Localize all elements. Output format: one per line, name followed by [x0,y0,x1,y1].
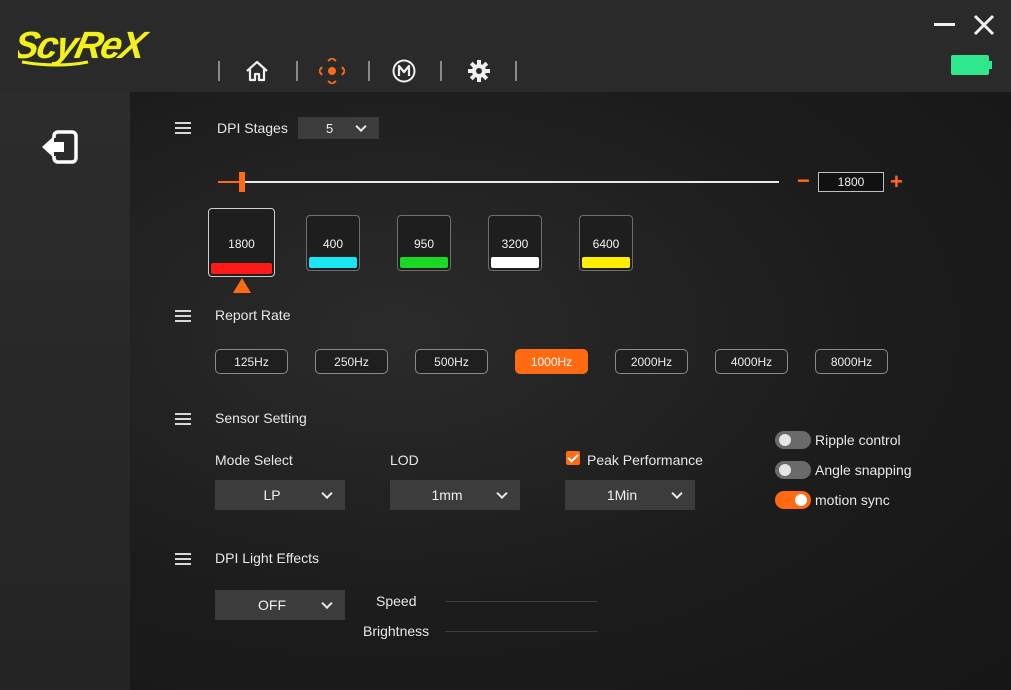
dpi-stage-card[interactable]: 1800 [208,208,275,277]
light-mode-dropdown[interactable]: OFF [215,590,345,620]
mode-select-dropdown[interactable]: LP [215,480,345,510]
nav-separator [440,61,442,81]
dpi-stage-color-bar [211,263,272,274]
chevron-down-icon [321,487,333,500]
dpi-stage-color-bar [400,257,448,268]
dpi-stage-color-bar [582,257,630,268]
list-icon [175,553,191,565]
nav-settings-button[interactable] [465,58,493,84]
active-stage-pointer-icon [233,278,251,293]
report-rate-option[interactable]: 500Hz [415,349,488,374]
dpi-stage-card[interactable]: 3200 [488,215,542,271]
chevron-down-icon [496,487,508,500]
macro-m-icon [392,59,416,83]
svg-text:ScyReX: ScyReX [18,24,152,67]
exit-icon[interactable] [42,130,80,164]
dpi-stage-value: 6400 [592,237,620,251]
dpi-light-effects-label: DPI Light Effects [215,550,320,566]
chevron-down-icon [671,487,683,500]
nav-dpi-button[interactable] [318,58,346,84]
chevron-down-icon [355,120,367,133]
toggle-switch[interactable] [775,461,811,479]
dpi-slider-track[interactable] [218,181,779,183]
brightness-slider[interactable] [445,631,597,632]
lod-label: LOD [390,452,419,468]
toggle-switch[interactable] [775,491,811,509]
speed-label: Speed [376,593,417,609]
mode-select-value: LP [263,487,281,503]
dpi-stage-value: 950 [413,237,435,251]
lod-value: 1mm [431,487,463,503]
brightness-label: Brightness [363,623,430,639]
nav-separator [218,61,220,81]
sensor-setting-label: Sensor Setting [215,410,307,426]
toggle-label: Ripple control [815,432,901,448]
dpi-stage-value: 1800 [228,237,255,251]
toggle-knob [779,434,791,446]
toggle-label: Angle snapping [815,462,912,478]
lod-dropdown[interactable]: 1mm [390,480,520,510]
report-rate-option[interactable]: 125Hz [215,349,288,374]
report-rate-option[interactable]: 1000Hz [515,349,588,374]
report-rate-option[interactable]: 2000Hz [615,349,688,374]
home-icon [246,60,268,82]
crosshair-icon [319,58,345,84]
peak-performance-label: Peak Performance [587,452,703,468]
chevron-down-icon [321,597,333,610]
peak-performance-value: 1Min [606,487,638,503]
dpi-increase-button[interactable]: + [890,171,903,193]
scyrex-logo: ScyReX [18,24,152,67]
toggle-knob [795,494,807,506]
report-rate-option[interactable]: 8000Hz [815,349,888,374]
peak-performance-checkbox[interactable] [566,451,580,465]
dpi-stages-value: 5 [326,120,334,136]
dpi-stage-card[interactable]: 950 [397,215,451,271]
title-bar: ScyReX [0,0,1011,92]
battery-icon [951,55,992,75]
dpi-stages-select[interactable]: 5 [298,117,379,139]
nav-separator [296,61,298,81]
dpi-slider-thumb[interactable] [239,172,245,192]
mode-select-label: Mode Select [215,452,293,468]
toggle-switch[interactable] [775,431,811,449]
nav-macro-button[interactable] [390,58,418,84]
list-icon [175,413,191,425]
nav-separator [515,61,517,81]
dpi-stage-color-bar [491,257,539,268]
dpi-stage-value: 400 [322,237,344,251]
nav-separator [368,61,370,81]
peak-performance-dropdown[interactable]: 1Min [565,480,695,510]
report-rate-option[interactable]: 250Hz [315,349,388,374]
gear-icon [468,60,490,82]
close-icon[interactable] [973,14,995,36]
speed-slider[interactable] [445,601,597,602]
toggle-label: motion sync [815,492,890,508]
minimize-icon[interactable] [934,18,956,30]
nav-home-button[interactable] [243,58,271,84]
dpi-decrease-button[interactable]: − [797,170,810,192]
dpi-stage-card[interactable]: 6400 [579,215,633,271]
dpi-value-input[interactable] [818,172,884,192]
list-icon [175,122,191,134]
dpi-stages-label: DPI Stages [217,120,288,136]
report-rate-option[interactable]: 4000Hz [715,349,788,374]
dpi-stage-color-bar [309,257,357,268]
toggle-knob [779,464,791,476]
dpi-stage-value: 3200 [501,237,529,251]
light-mode-value: OFF [258,597,286,613]
dpi-stage-card[interactable]: 400 [306,215,360,271]
report-rate-label: Report Rate [215,307,291,323]
list-icon [175,310,191,322]
sidebar [0,92,130,690]
